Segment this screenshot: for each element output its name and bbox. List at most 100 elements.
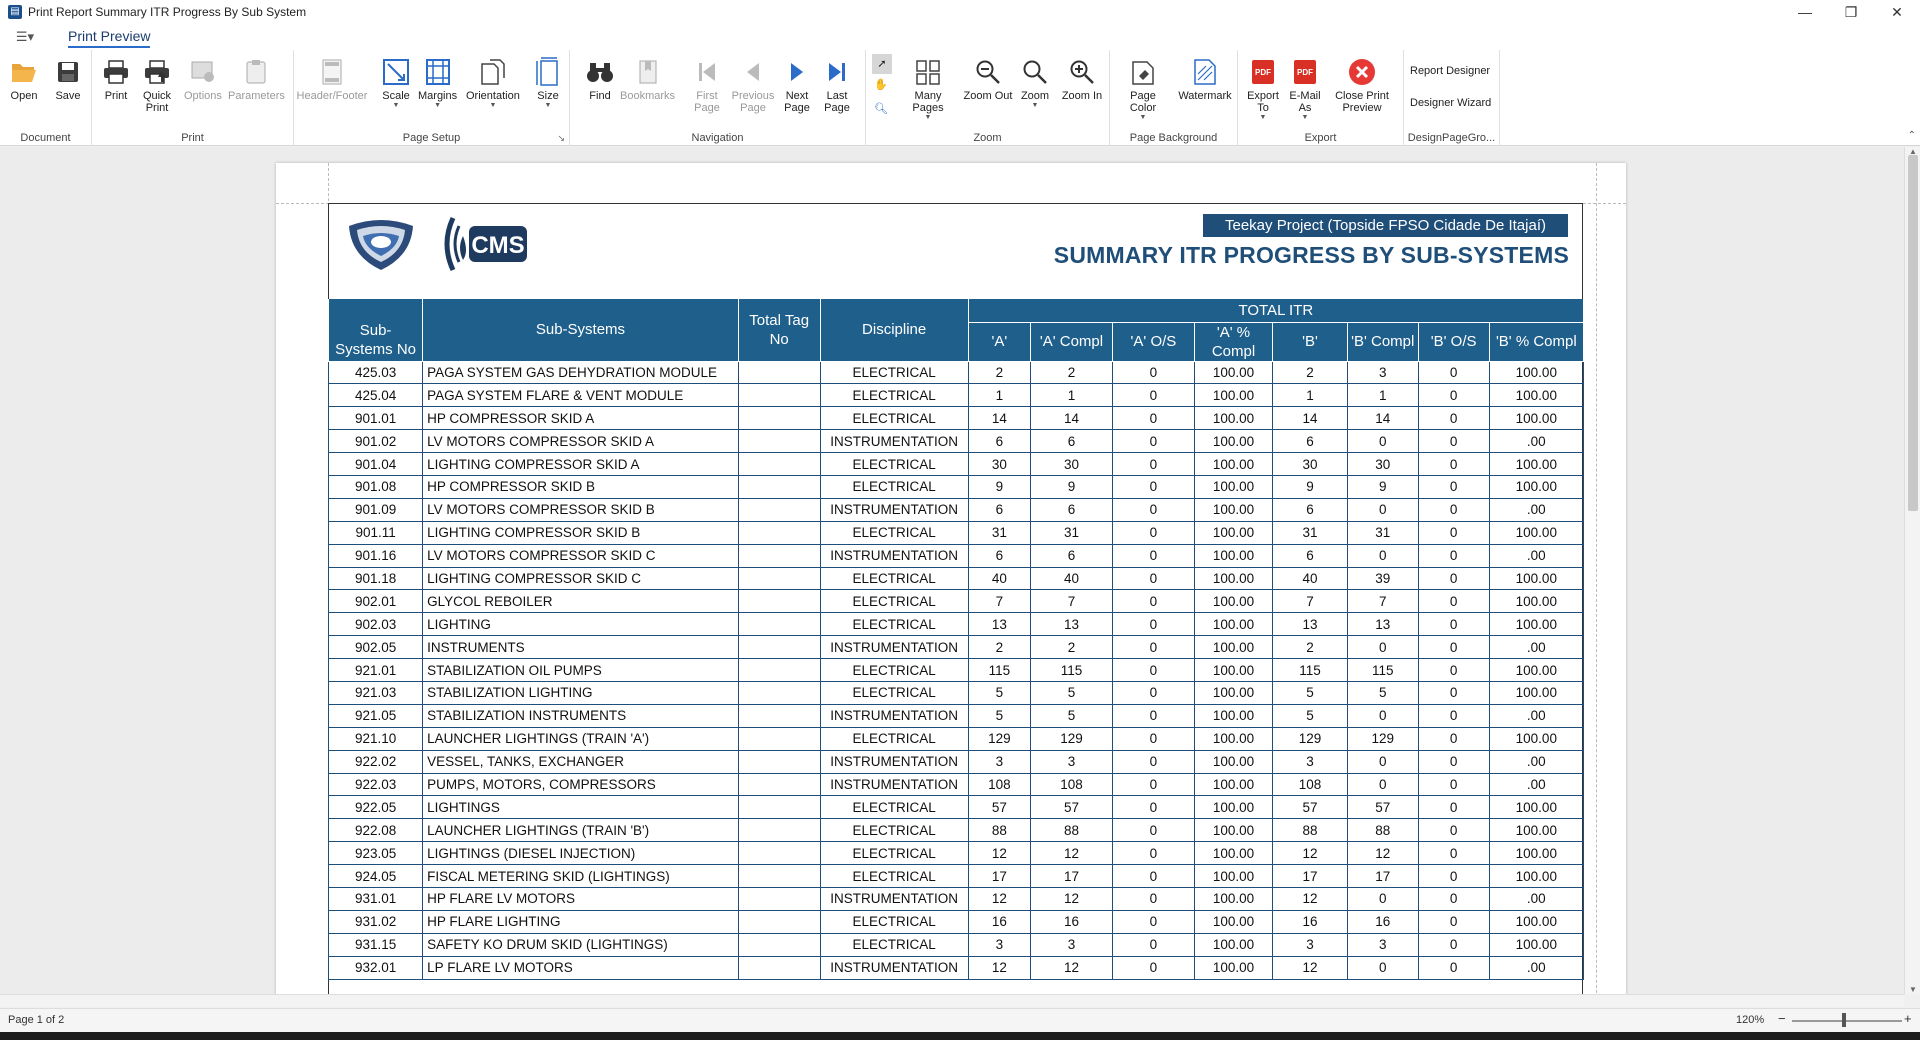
scrollbar-thumb[interactable] (1908, 155, 1918, 511)
table-cell: 31 (1272, 520, 1348, 545)
email-as-button[interactable]: PDF E-Mail As ▼ (1286, 56, 1324, 122)
table-cell: 3 (1030, 932, 1113, 957)
page-color-button[interactable]: Page Color ▼ (1116, 56, 1170, 122)
table-cell: ELECTRICAL (819, 932, 969, 957)
table-cell: 100.00 (1193, 520, 1274, 545)
zoom-button[interactable]: Zoom ▼ (1020, 56, 1050, 110)
table-cell: 16 (967, 909, 1032, 934)
table-cell: 14 (1346, 406, 1419, 431)
watermark-button[interactable]: Watermark (1176, 56, 1234, 102)
table-cell: HP FLARE LV MOTORS (422, 886, 739, 911)
designer-wizard-button[interactable]: Designer Wizard (1410, 97, 1491, 109)
table-cell: ELECTRICAL (819, 818, 969, 843)
first-page-button[interactable]: First Page (692, 56, 722, 114)
column-header[interactable]: 'A' (967, 322, 1032, 362)
options-button[interactable]: Options (184, 56, 222, 102)
magnifier-tool-icon[interactable]: 🔍︎ (874, 102, 888, 115)
export-to-button[interactable]: PDF Export To ▼ (1244, 56, 1282, 122)
table-cell (737, 543, 821, 568)
pdf-export-icon: PDF (1247, 56, 1279, 88)
table-cell: 100.00 (1488, 818, 1585, 843)
quick-print-button[interactable]: Quick Print (140, 56, 174, 114)
table-cell: 923.05 (327, 841, 424, 866)
tab-print-preview[interactable]: Print Preview (68, 26, 151, 48)
page-setup-launcher-icon[interactable]: ↘ (557, 133, 565, 144)
table-cell: 129 (1346, 726, 1419, 751)
column-header[interactable]: 'B' Compl (1346, 322, 1419, 362)
close-window-button[interactable]: ✕ (1874, 0, 1920, 24)
many-pages-button[interactable]: Many Pages ▼ (898, 56, 958, 122)
restore-button[interactable]: ❐ (1828, 0, 1874, 24)
pointer-icon[interactable]: ➚ (872, 54, 892, 74)
scale-button[interactable]: Scale ▼ (380, 56, 412, 110)
zoom-out-button[interactable]: Zoom Out (962, 56, 1014, 102)
zoom-slider-thumb[interactable] (1842, 1013, 1846, 1027)
report-designer-button[interactable]: Report Designer (1410, 65, 1490, 77)
table-cell (737, 635, 821, 660)
column-header[interactable]: Total Tag No (737, 299, 821, 362)
close-print-preview-button[interactable]: Close Print Preview (1334, 56, 1390, 114)
app-menu-icon[interactable]: ☰▾ (12, 27, 38, 47)
bookmarks-button[interactable]: Bookmarks (620, 56, 675, 102)
table-cell: 1 (1346, 383, 1419, 408)
table-cell: 100.00 (1488, 383, 1585, 408)
minimize-button[interactable]: — (1782, 0, 1828, 24)
column-header[interactable]: 'B' % Compl (1488, 322, 1585, 362)
table-cell: .00 (1488, 772, 1585, 797)
table-cell: LIGHTING COMPRESSOR SKID A (422, 452, 739, 476)
table-cell: ELECTRICAL (819, 520, 969, 545)
column-header[interactable]: Sub-Systems No (327, 299, 424, 362)
column-header[interactable]: 'A' Compl (1030, 322, 1113, 362)
column-header[interactable]: Discipline (819, 299, 969, 362)
table-row: 931.15 SAFETY KO DRUM SKID (LIGHTINGS) ELE… (327, 932, 1585, 957)
scroll-down-icon[interactable]: ▼ (1905, 985, 1920, 994)
vertical-scrollbar[interactable]: ▲ ▼ (1904, 147, 1920, 994)
page-color-icon (1127, 56, 1159, 88)
orientation-button[interactable]: Orientation ▼ (466, 56, 520, 110)
find-button[interactable]: Find (584, 56, 616, 102)
table-cell: INSTRUMENTATION (819, 749, 969, 774)
zoom-slider[interactable] (1792, 1020, 1902, 1022)
column-header[interactable]: Sub-Systems (422, 299, 739, 362)
table-cell: 13 (967, 612, 1032, 637)
size-button[interactable]: Size ▼ (532, 56, 564, 110)
table-cell: 100.00 (1488, 932, 1585, 957)
print-button[interactable]: Print (100, 56, 132, 102)
column-header[interactable]: 'A' O/S (1111, 322, 1195, 362)
column-header[interactable]: 'A' % Compl (1193, 322, 1274, 362)
margins-label: Margins (418, 90, 458, 102)
table-cell: 0 (1417, 864, 1490, 888)
parameters-button[interactable]: Parameters (228, 56, 285, 102)
table-cell: 3 (967, 932, 1032, 957)
table-cell: 13 (1346, 612, 1419, 637)
zoom-in-button[interactable]: Zoom In (1060, 56, 1104, 102)
table-cell: LIGHTINGS (422, 795, 739, 820)
table-cell: SAFETY KO DRUM SKID (LIGHTINGS) (422, 932, 739, 957)
table-cell: LIGHTINGS (DIESEL INJECTION) (422, 841, 739, 866)
column-header[interactable]: 'B' (1272, 322, 1348, 362)
zoom-plus-button[interactable]: + (1904, 1011, 1912, 1026)
open-button[interactable]: Open (8, 56, 40, 102)
margins-button[interactable]: Margins ▼ (418, 56, 457, 110)
next-page-button[interactable]: Next Page (782, 56, 812, 114)
table-row: 902.05 INSTRUMENTS INSTRUMENTATION 2 2 0 100.0… (327, 635, 1585, 660)
header-footer-button[interactable]: Header/Footer (297, 56, 367, 102)
save-button[interactable]: Save (52, 56, 84, 102)
last-page-button[interactable]: Last Page (822, 56, 852, 114)
table-cell: 6 (1272, 429, 1348, 454)
hand-tool-icon[interactable]: ✋ (874, 78, 888, 91)
zoom-minus-button[interactable]: − (1778, 1011, 1786, 1026)
table-cell: 0 (1417, 909, 1490, 934)
table-cell: INSTRUMENTATION (819, 703, 969, 728)
quick-printer-icon (141, 56, 173, 88)
group-design-page: Report Designer Designer Wizard DesignPa… (1404, 50, 1500, 146)
table-cell: 5 (1030, 680, 1113, 705)
column-header[interactable]: 'B' O/S (1417, 322, 1490, 362)
table-cell (737, 360, 821, 385)
horizontal-scrollbar[interactable] (0, 994, 1904, 1007)
previous-page-button[interactable]: Previous Page (732, 56, 774, 114)
table-cell (737, 406, 821, 431)
table-cell: 0 (1417, 383, 1490, 408)
header-footer-label: Header/Footer (296, 90, 368, 102)
collapse-ribbon-icon[interactable]: ⌃ (1908, 130, 1916, 141)
